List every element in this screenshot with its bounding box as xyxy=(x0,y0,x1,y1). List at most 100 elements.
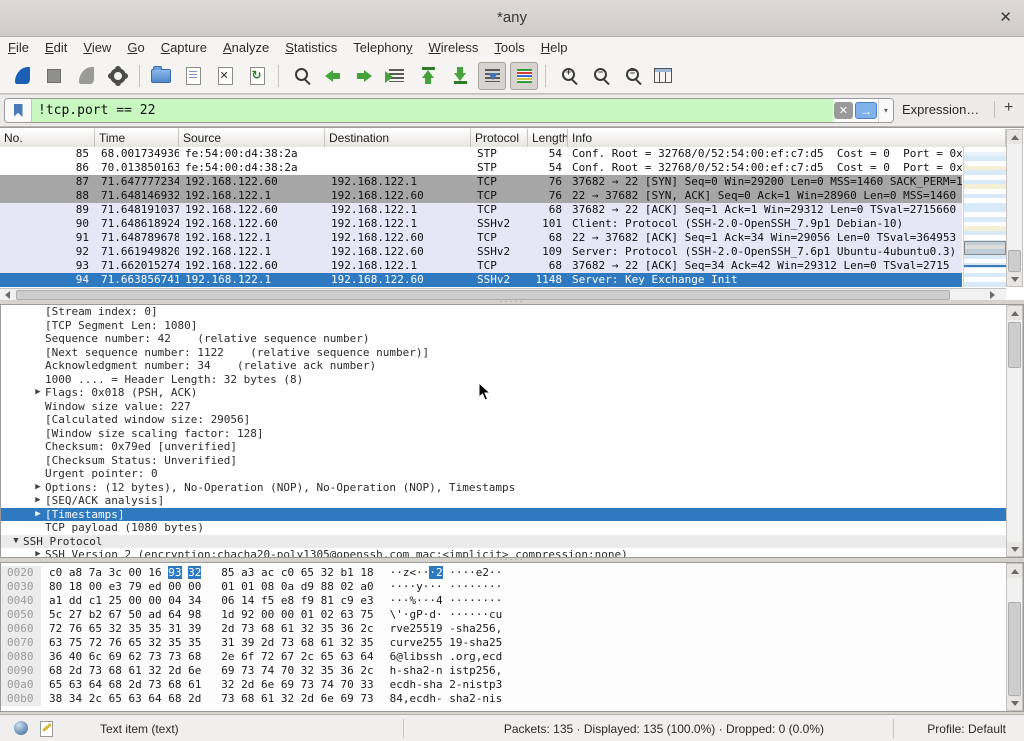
packet-row[interactable]: 8670.013850163fe:54:00:d4:38:2aSTP54Conf… xyxy=(0,161,962,175)
tree-collapsed-icon[interactable]: ▶ xyxy=(31,548,45,558)
find-packet-button[interactable] xyxy=(286,62,314,90)
menu-item-capture[interactable]: Capture xyxy=(153,38,215,57)
filter-clear-button[interactable]: ✕ xyxy=(834,102,853,119)
add-filter-button[interactable]: + xyxy=(1004,99,1013,117)
column-header-no[interactable]: No. xyxy=(0,129,95,147)
go-to-packet-button[interactable] xyxy=(382,62,410,90)
menu-item-view[interactable]: View xyxy=(75,38,119,57)
close-file-button[interactable] xyxy=(211,62,239,90)
packet-row[interactable]: 9071.648618924192.168.122.60192.168.122.… xyxy=(0,217,962,231)
hex-row[interactable]: 00a065 63 64 68 2d 73 68 61 32 2d 6e 69 … xyxy=(1,678,1023,692)
packet-row[interactable]: 9271.661949820192.168.122.1192.168.122.6… xyxy=(0,245,962,259)
column-header-time[interactable]: Time xyxy=(95,129,179,147)
scroll-up-icon[interactable] xyxy=(1007,306,1022,320)
scroll-down-icon[interactable] xyxy=(1007,542,1022,556)
detail-tree-row[interactable]: TCP payload (1080 bytes) xyxy=(1,521,1023,535)
detail-tree-row[interactable]: Urgent pointer: 0 xyxy=(1,467,1023,481)
tree-collapsed-icon[interactable]: ▶ xyxy=(31,386,45,400)
detail-tree-row[interactable]: [TCP Segment Len: 1080] xyxy=(1,319,1023,333)
tree-collapsed-icon[interactable]: ▶ xyxy=(31,494,45,508)
go-last-button[interactable] xyxy=(446,62,474,90)
detail-tree-row[interactable]: Acknowledgment number: 34 (relative ack … xyxy=(1,359,1023,373)
scroll-down-icon[interactable] xyxy=(1007,272,1022,286)
hex-row[interactable]: 007063 75 72 76 65 32 35 35 31 39 2d 73 … xyxy=(1,636,1023,650)
packet-row[interactable]: 8871.648146932192.168.122.1192.168.122.6… xyxy=(0,189,962,203)
go-back-button[interactable] xyxy=(318,62,346,90)
detail-tree-row[interactable]: ▶Options: (12 bytes), No-Operation (NOP)… xyxy=(1,481,1023,495)
detail-tree-row[interactable]: [Next sequence number: 1122 (relative se… xyxy=(1,346,1023,360)
scroll-thumb[interactable] xyxy=(1008,250,1021,272)
hex-row[interactable]: 00505c 27 b2 67 50 ad 64 98 1d 92 00 00 … xyxy=(1,608,1023,622)
scroll-thumb[interactable] xyxy=(1008,322,1021,368)
title-bar[interactable]: *any ✕ xyxy=(0,0,1024,37)
menu-item-analyze[interactable]: Analyze xyxy=(215,38,277,57)
detail-tree-row[interactable]: Checksum: 0x79ed [unverified] xyxy=(1,440,1023,454)
detail-tree-row[interactable]: ▶[SEQ/ACK analysis] xyxy=(1,494,1023,508)
detail-tree-row[interactable]: [Checksum Status: Unverified] xyxy=(1,454,1023,468)
colorize-button[interactable] xyxy=(510,62,538,90)
detail-tree-row[interactable]: Window size value: 227 xyxy=(1,400,1023,414)
capture-comment-icon[interactable] xyxy=(40,721,53,737)
close-icon[interactable]: ✕ xyxy=(999,8,1012,26)
packet-row[interactable]: 8771.647777234192.168.122.60192.168.122.… xyxy=(0,175,962,189)
scroll-down-icon[interactable] xyxy=(1007,696,1022,710)
menu-item-file[interactable]: File xyxy=(0,38,37,57)
scroll-up-icon[interactable] xyxy=(1007,564,1022,578)
column-header-length[interactable]: Length xyxy=(528,129,568,147)
menu-item-tools[interactable]: Tools xyxy=(486,38,532,57)
hex-row[interactable]: 0040a1 dd c1 25 00 00 04 34 06 14 f5 e8 … xyxy=(1,594,1023,608)
filter-apply-button[interactable]: → xyxy=(855,102,877,119)
resize-columns-button[interactable] xyxy=(649,62,677,90)
filter-history-dropdown[interactable]: ▼ xyxy=(878,99,893,122)
scroll-thumb[interactable] xyxy=(16,290,950,300)
hex-row[interactable]: 003080 18 00 e3 79 ed 00 00 01 01 08 0a … xyxy=(1,580,1023,594)
detail-tree-row[interactable]: [Calculated window size: 29056] xyxy=(1,413,1023,427)
packet-row[interactable]: 9371.662015274192.168.122.60192.168.122.… xyxy=(0,259,962,273)
menu-item-telephony[interactable]: Telephony xyxy=(345,38,420,57)
column-header-info[interactable]: Info xyxy=(568,129,1006,147)
detail-tree-row[interactable]: ▶Flags: 0x018 (PSH, ACK) xyxy=(1,386,1023,400)
scroll-thumb[interactable] xyxy=(1008,602,1021,696)
column-header-source[interactable]: Source xyxy=(179,129,325,147)
menu-item-statistics[interactable]: Statistics xyxy=(277,38,345,57)
packet-row[interactable]: 8971.648191037192.168.122.60192.168.122.… xyxy=(0,203,962,217)
go-forward-button[interactable] xyxy=(350,62,378,90)
hex-row[interactable]: 00b038 34 2c 65 63 64 68 2d 73 68 61 32 … xyxy=(1,692,1023,706)
column-header-destination[interactable]: Destination xyxy=(325,129,471,147)
packet-list-vscrollbar[interactable] xyxy=(1006,129,1023,287)
intelligent-scrollbar-minimap[interactable] xyxy=(963,147,1006,287)
detail-tree-row[interactable]: [Window size scaling factor: 128] xyxy=(1,427,1023,441)
stop-capture-button[interactable] xyxy=(40,62,68,90)
start-capture-button[interactable] xyxy=(8,62,36,90)
expression-button[interactable]: Expression… xyxy=(902,102,979,117)
packet-row[interactable]: 8568.001734936fe:54:00:d4:38:2aSTP54Conf… xyxy=(0,147,962,161)
tree-collapsed-icon[interactable]: ▶ xyxy=(31,508,45,522)
tree-collapsed-icon[interactable]: ▶ xyxy=(31,481,45,495)
open-file-button[interactable] xyxy=(147,62,175,90)
scroll-up-icon[interactable] xyxy=(1007,130,1022,144)
detail-tree-row[interactable]: 1000 .... = Header Length: 32 bytes (8) xyxy=(1,373,1023,387)
zoom-original-button[interactable]: = xyxy=(617,62,645,90)
column-header-protocol[interactable]: Protocol xyxy=(471,129,528,147)
menu-item-edit[interactable]: Edit xyxy=(37,38,75,57)
menu-item-wireless[interactable]: Wireless xyxy=(421,38,487,57)
reload-file-button[interactable] xyxy=(243,62,271,90)
auto-scroll-button[interactable] xyxy=(478,62,506,90)
packet-row[interactable]: 9471.663856741192.168.122.1192.168.122.6… xyxy=(0,273,962,287)
zoom-in-button[interactable]: + xyxy=(553,62,581,90)
display-filter-input[interactable]: !tcp.port == 22 xyxy=(32,99,833,122)
detail-tree-row[interactable]: ▼SSH Protocol xyxy=(1,535,1023,549)
bytes-vscrollbar[interactable] xyxy=(1006,563,1023,711)
hex-row[interactable]: 008036 40 6c 69 62 73 73 68 2e 6f 72 67 … xyxy=(1,650,1023,664)
save-file-button[interactable] xyxy=(179,62,207,90)
detail-tree-row[interactable]: ▶[Timestamps] xyxy=(1,508,1023,522)
detail-tree-row[interactable]: Sequence number: 42 (relative sequence n… xyxy=(1,332,1023,346)
restart-capture-button[interactable] xyxy=(72,62,100,90)
detail-tree-row[interactable]: [Stream index: 0] xyxy=(1,305,1023,319)
hex-row[interactable]: 006072 76 65 32 35 35 31 39 2d 73 68 61 … xyxy=(1,622,1023,636)
capture-options-button[interactable] xyxy=(104,62,132,90)
menu-item-go[interactable]: Go xyxy=(119,38,152,57)
details-vscrollbar[interactable] xyxy=(1006,305,1023,557)
packet-row[interactable]: 9171.648789678192.168.122.1192.168.122.6… xyxy=(0,231,962,245)
go-first-button[interactable] xyxy=(414,62,442,90)
